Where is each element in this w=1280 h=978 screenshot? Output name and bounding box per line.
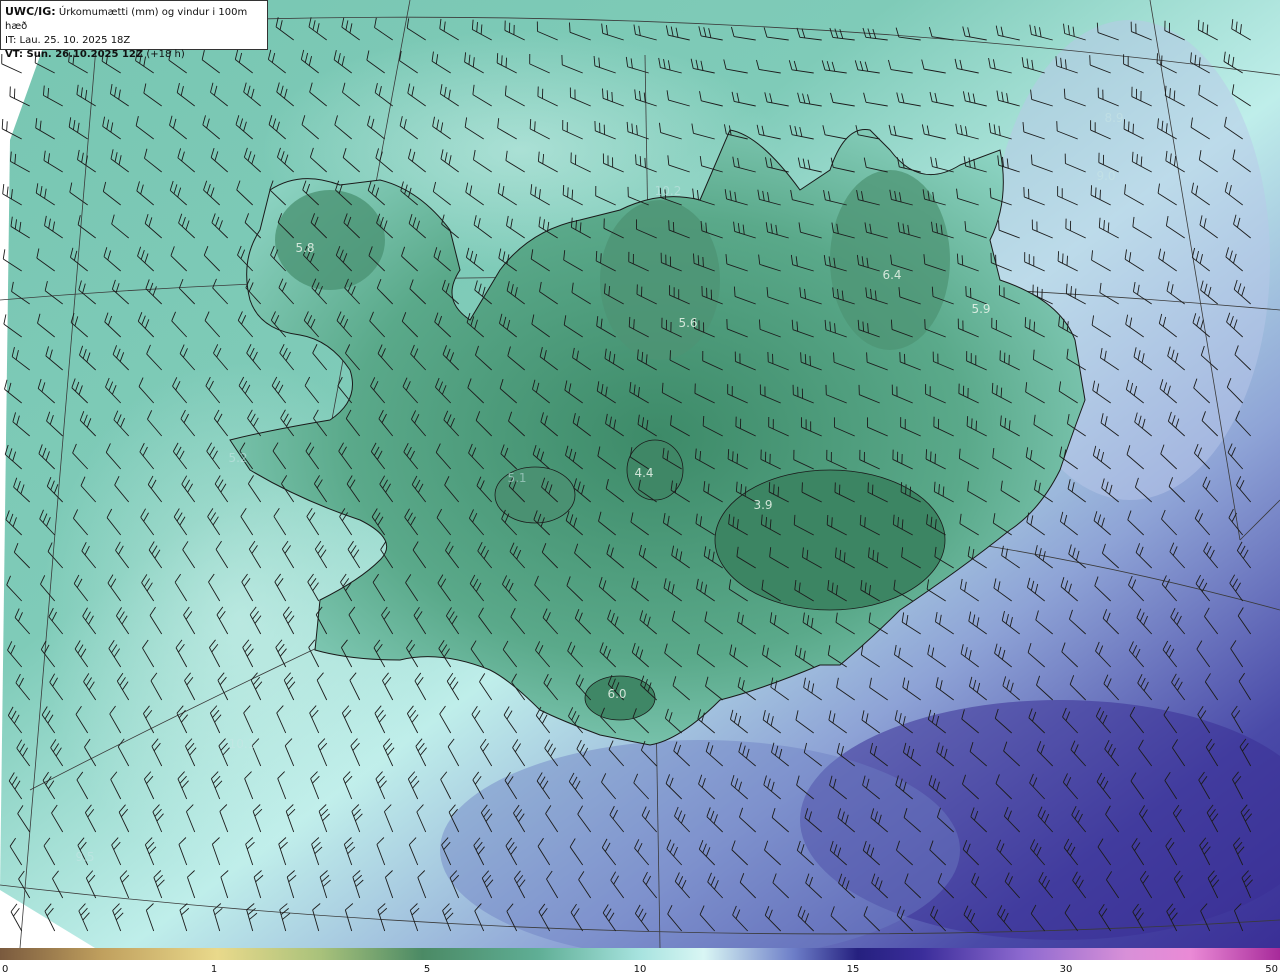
colorbar-tick: 1 [210,964,218,975]
value-label: 5.8 [295,241,315,255]
valid-time: VT: Sun. 26.10.2025 12Z [5,49,144,60]
value-label: 5.6 [678,316,698,330]
value-label: 5.1 [507,471,527,485]
value-label: 5.9 [971,302,991,316]
value-label: 6.4 [882,268,902,282]
value-label: 6.0 [607,687,627,701]
value-label: 4.4 [634,466,654,480]
value-label: 3.9 [753,498,773,512]
colorbar-tick: 5 [423,964,431,975]
colorbar-strip [0,948,1280,960]
colorbar: 0 1 5 10 15 30 50 [0,948,1280,978]
value-label: 8.9 [1104,111,1124,125]
colorbar-tick: 50 [1265,964,1278,975]
colorbar-tick: 10 [633,964,647,975]
colorbar-tick: 15 [846,964,860,975]
initial-time: IT: Lau. 25. 10. 2025 18Z [5,35,131,46]
value-label: 10.2 [654,184,682,198]
value-label: 10.1 [228,737,256,751]
forecast-offset: (+18 h) [146,49,185,60]
info-box: UWC/IG: Úrkomumætti (mm) og vindur i 100… [0,0,268,60]
colorbar-tick: 30 [1059,964,1073,975]
value-label: 9.0 [1096,169,1116,183]
value-label: 9.5 [75,850,95,864]
model-name: UWC/IG: [5,5,56,18]
value-label: 5.2 [228,451,248,465]
colorbar-tick: 0 [2,964,9,975]
